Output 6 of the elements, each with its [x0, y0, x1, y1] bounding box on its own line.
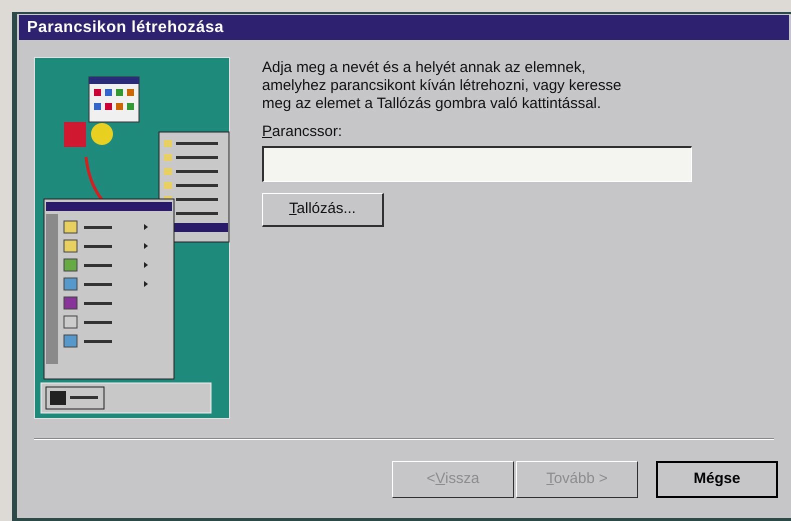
window-title: Parancsikon létrehozása — [27, 18, 224, 38]
wizard-button[interactable]: Mégse — [656, 460, 778, 498]
instructions-text: Adja meg a nevét és a helyét annak az elemnek, amelyhez parancsikont kíván létrehozni, vagy keresse meg az elemet a Tallózás gombra való kattintással. — [262, 59, 622, 113]
command-line-field[interactable] — [262, 146, 692, 182]
command-line-label: Parancssor: — [262, 122, 344, 142]
browse-button[interactable]: Tallózás... — [262, 192, 384, 226]
